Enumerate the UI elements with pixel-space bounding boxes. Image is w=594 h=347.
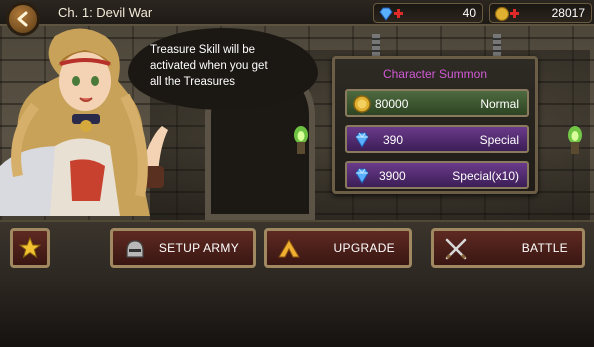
torch-icon <box>568 126 582 154</box>
back-button[interactable] <box>6 2 40 36</box>
gem-count: 40 <box>462 6 476 20</box>
gold-plus-icon[interactable] <box>494 6 520 22</box>
gold-count: 28017 <box>551 6 585 20</box>
favorites-button[interactable] <box>10 228 50 268</box>
back-arrow-icon <box>17 11 28 27</box>
crossed-swords-icon <box>445 238 467 260</box>
battle-label: BATTLE <box>521 241 568 255</box>
hero-portrait <box>0 28 168 216</box>
summon-kind: Special <box>479 133 519 147</box>
summon-cost: 3900 <box>379 169 406 183</box>
panel-chain <box>372 34 380 56</box>
torch-icon <box>294 126 308 154</box>
summon-cost: 390 <box>383 133 404 147</box>
chapter-title: Ch. 1: Devil War <box>58 5 153 20</box>
panel-title: Character Summon <box>382 67 488 81</box>
battle-button[interactable]: BATTLE <box>431 228 585 268</box>
game-scene: Treasure Skill will be activated when yo… <box>0 0 594 347</box>
panel-chain <box>493 34 501 56</box>
gem-plus-icon[interactable] <box>378 6 404 22</box>
summon-special-button[interactable]: 390 Special <box>345 125 529 153</box>
setup-army-button[interactable]: SETUP ARMY <box>110 228 256 268</box>
setup-army-label: SETUP ARMY <box>158 241 239 255</box>
dungeon-floor <box>0 286 594 347</box>
upgrade-label: UPGRADE <box>333 241 395 255</box>
summon-cost: 80000 <box>375 97 409 111</box>
gold-counter: 28017 <box>489 3 592 23</box>
upgrade-button[interactable]: UPGRADE <box>264 228 412 268</box>
gem-counter: 40 <box>373 3 483 23</box>
upgrade-arrow-icon <box>278 239 300 258</box>
gem-icon <box>355 132 369 148</box>
summon-normal-button[interactable]: 80000 Normal <box>345 89 529 117</box>
summon-kind: Normal <box>480 97 519 111</box>
top-bar: Ch. 1: Devil War 40 28017 <box>0 0 594 26</box>
star-icon <box>19 237 41 259</box>
character-summon-panel: Character Summon 80000 Normal 390 Specia… <box>332 56 538 194</box>
gem-icon <box>355 168 369 184</box>
helmet-icon <box>126 240 144 258</box>
summon-special-x10-button[interactable]: 3900 Special(x10) <box>345 161 529 189</box>
gold-coin-icon <box>353 95 371 113</box>
summon-kind: Special(x10) <box>452 169 519 183</box>
